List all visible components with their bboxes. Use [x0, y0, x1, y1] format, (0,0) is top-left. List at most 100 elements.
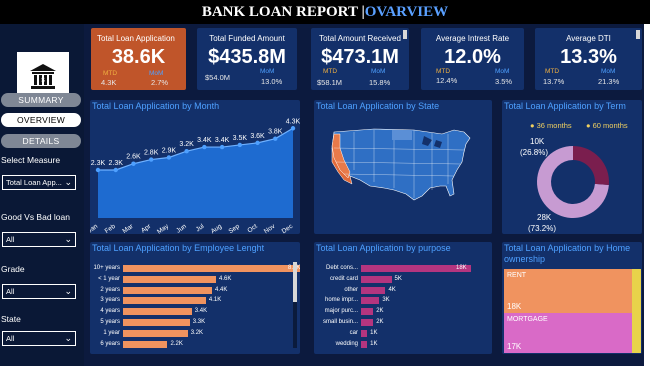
bar-category-label: 1 year: [103, 329, 120, 336]
chevron-down-icon: ⌄: [64, 286, 72, 296]
month-tick-label: Apr: [140, 222, 153, 234]
us-state-map[interactable]: [314, 100, 492, 234]
slice-label: 10K: [530, 137, 545, 146]
bar[interactable]: [123, 275, 217, 283]
bar[interactable]: [361, 308, 374, 316]
month-point: [290, 126, 296, 131]
filter-state-select[interactable]: All ⌄: [2, 331, 76, 346]
month-point: [131, 161, 136, 166]
month-tick-label: Jan: [90, 223, 99, 234]
bar[interactable]: [361, 275, 392, 283]
treemap-own[interactable]: [632, 269, 641, 353]
bar[interactable]: [123, 340, 168, 348]
kpi-mom-value: 21.3%: [598, 77, 620, 86]
scrollbar[interactable]: [636, 30, 640, 39]
kpi-label: Total Amount Received: [319, 34, 401, 43]
bar-category-label: small busin...: [322, 319, 358, 325]
panel-title: Total Loan Application by Employee Lengh…: [92, 243, 265, 253]
bar[interactable]: [123, 319, 190, 326]
panel-loans-by-term: Total Loan Application by Term ● 36 mont…: [502, 100, 642, 234]
panel-loans-by-employee-length: Total Loan Application by Employee Lengh…: [90, 242, 300, 354]
chevron-down-icon: ⌄: [64, 234, 72, 244]
month-area-chart[interactable]: 2.3K Jan 2.3K Feb 2.6K Mar 2.8K Apr 2.9K May 3.2K J…: [90, 100, 300, 234]
bar[interactable]: [123, 308, 192, 316]
month-point: [219, 144, 225, 150]
month-value-label: 3.4K: [197, 137, 212, 144]
filter-grade-value: All: [6, 287, 15, 296]
month-value-label: 2.6K: [126, 154, 141, 161]
bar-value-label: 1K: [370, 340, 378, 347]
kpi-mtd-value: $58.1M: [317, 78, 343, 87]
sidebar: $ SUMMARY OVERVIEW DETAILS Select Measur…: [0, 24, 84, 366]
kpi-mtd-value: 13.7%: [543, 77, 565, 86]
bar[interactable]: [123, 286, 212, 294]
bar-category-label: wedding: [335, 340, 358, 347]
month-point: [95, 167, 101, 173]
kpi-value: $435.8M: [208, 46, 286, 68]
month-point: [184, 149, 189, 154]
kpi-mom-label: MoM: [371, 68, 386, 75]
bar[interactable]: [361, 265, 471, 272]
panel-title: Total Loan Application by purpose: [316, 243, 451, 253]
filter-measure-select[interactable]: Total Loan App... ⌄: [2, 175, 76, 190]
bar[interactable]: [361, 340, 368, 348]
bar-value-label: 3K: [382, 297, 390, 304]
bar-value-label: 3.3K: [192, 319, 206, 325]
bar[interactable]: [123, 297, 206, 305]
panel-loans-by-state: Total Loan Application by State: [314, 100, 492, 234]
state-region-light: [392, 130, 412, 140]
report-title: BANK LOAN REPORT |: [201, 3, 365, 20]
nav-summary-button[interactable]: SUMMARY: [1, 93, 81, 107]
month-point: [113, 167, 118, 173]
treemap-rent[interactable]: RENT 18K: [504, 269, 632, 313]
bar[interactable]: [361, 329, 368, 337]
kpi-mtd-value: 12.4%: [436, 76, 458, 85]
month-point: [166, 155, 172, 160]
kpi-mom-label: MoM: [260, 68, 275, 75]
kpi-mom-label: MoM: [495, 68, 510, 75]
filter-grade-select[interactable]: All ⌄: [2, 284, 76, 299]
bar-value-label: 3.2K: [190, 329, 204, 336]
treemap-label: RENT: [507, 272, 527, 279]
nav-overview-button[interactable]: OVERVIEW: [1, 113, 81, 127]
bar[interactable]: [123, 329, 188, 337]
bar-category-label: 6 years: [100, 340, 120, 347]
kpi-total-funded-amount: Total Funded Amount $435.8M $54.0M MoM 1…: [197, 28, 297, 90]
month-tick-label: May: [156, 222, 171, 234]
window-edge: [644, 24, 650, 366]
scrollbar[interactable]: [293, 262, 297, 348]
bar-category-label: other: [344, 286, 358, 293]
bar[interactable]: [361, 319, 374, 326]
bar-category-label: 3 years: [100, 297, 120, 304]
bar[interactable]: [361, 297, 380, 305]
kpi-mtd-label: MTD: [103, 70, 118, 77]
bar-value-label: 2K: [376, 319, 384, 325]
month-point: [148, 157, 154, 162]
kpi-label: Total Loan Application: [97, 34, 175, 43]
bar[interactable]: [123, 265, 300, 272]
filter-measure-label: Select Measure: [1, 155, 61, 165]
kpi-mtd-label: MTD: [323, 68, 338, 75]
kpi-mom-value: 2.7%: [151, 78, 169, 87]
filter-goodbad-select[interactable]: All ⌄: [2, 232, 76, 247]
filter-grade-label: Grade: [1, 264, 25, 274]
kpi-mom-value: 13.0%: [261, 77, 283, 86]
month-tick-label: Mar: [121, 222, 135, 234]
slice-pct: (73.2%): [528, 224, 557, 233]
dashboard: BANK LOAN REPORT | OVARVIEW $ SUMMARY OV…: [0, 0, 650, 366]
term-donut-chart[interactable]: [502, 100, 642, 234]
nav-details-button[interactable]: DETAILS: [1, 134, 81, 148]
bar-value-label: 3.4K: [194, 308, 208, 315]
bar-value-label: 1K: [370, 329, 378, 336]
treemap-mortgage[interactable]: MORTGAGE 17K: [504, 313, 632, 353]
filter-state-label: State: [1, 314, 21, 324]
bar-category-label: 10+ years: [93, 265, 120, 271]
month-value-label: 3.6K: [250, 133, 265, 140]
bar[interactable]: [361, 286, 386, 294]
bar-value-label: 4.1K: [208, 297, 222, 304]
scrollbar[interactable]: [403, 30, 407, 39]
slice-label: 28K: [537, 213, 552, 222]
kpi-label: Total Funded Amount: [209, 34, 285, 43]
bar-category-label: < 1 year: [98, 275, 120, 282]
filter-state-value: All: [6, 334, 15, 343]
